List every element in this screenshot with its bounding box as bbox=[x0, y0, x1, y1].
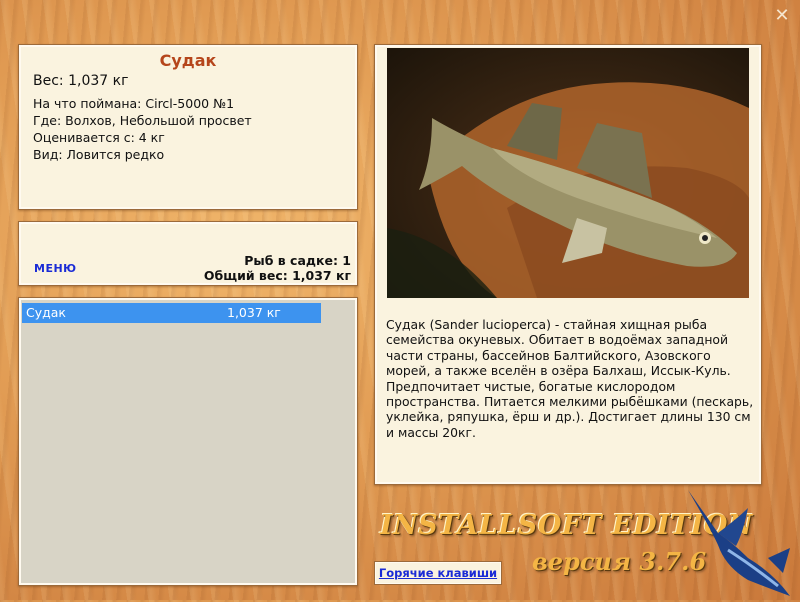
total-weight: Общий вес: 1,037 кг bbox=[203, 268, 351, 283]
fish-description: Судак (Sander lucioperca) - стайная хищн… bbox=[386, 317, 754, 440]
close-button[interactable]: ✕ bbox=[772, 6, 792, 26]
hotkeys-button[interactable]: Горячие клавиши bbox=[374, 561, 502, 585]
list-item[interactable]: Судак 1,037 кг bbox=[22, 303, 321, 323]
keepnet-summary-panel: МЕНЮ Рыб в садке: 1 Общий вес: 1,037 кг bbox=[18, 221, 358, 286]
detail-location: Где: Волхов, Небольшой просвет bbox=[33, 113, 252, 128]
detail-rarity: Вид: Ловится редко bbox=[33, 147, 165, 162]
catch-info-panel: Судак Вес: 1,037 кг На что поймана: Circ… bbox=[18, 44, 358, 210]
detail-value: Оценивается с: 4 кг bbox=[33, 130, 165, 145]
fish-info-panel: Судак (Sander lucioperca) - стайная хищн… bbox=[374, 44, 762, 485]
keepnet-list[interactable]: Судак 1,037 кг bbox=[18, 297, 358, 586]
marlin-logo-icon bbox=[678, 488, 794, 598]
list-item-weight: 1,037 кг bbox=[227, 305, 281, 320]
fish-photo bbox=[387, 48, 749, 298]
list-item-name: Судак bbox=[26, 305, 66, 320]
fish-count: Рыб в садке: 1 bbox=[244, 253, 351, 268]
fish-title: Судак bbox=[159, 51, 217, 70]
menu-button[interactable]: МЕНЮ bbox=[34, 262, 77, 275]
fish-weight: Вес: 1,037 кг bbox=[33, 73, 129, 89]
detail-bait: На что поймана: Circl-5000 №1 bbox=[33, 96, 235, 111]
